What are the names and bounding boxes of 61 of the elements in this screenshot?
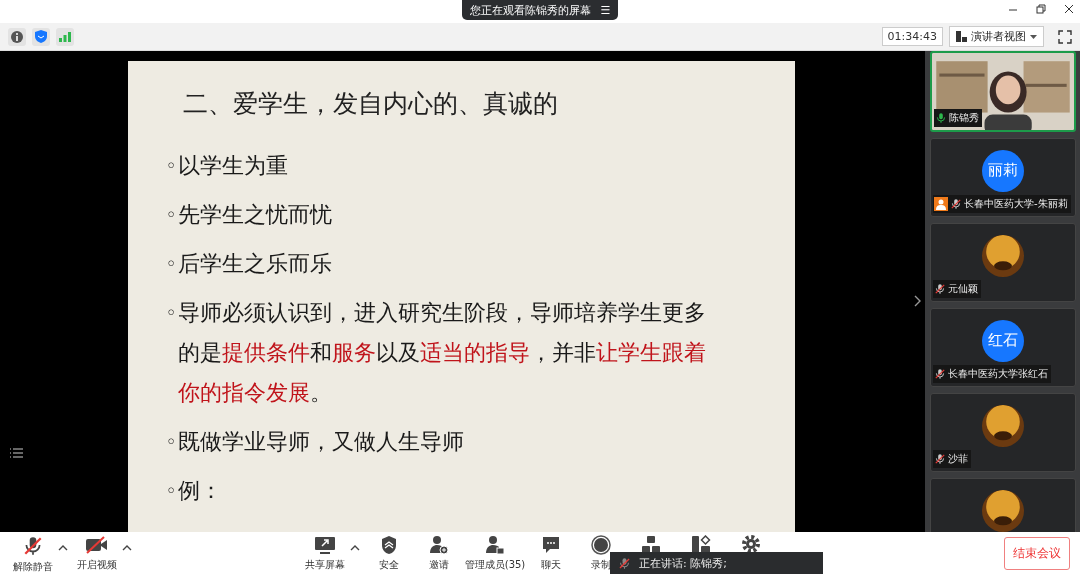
share-screen-icon <box>314 535 336 555</box>
person-lock-icon <box>485 535 505 555</box>
close-icon[interactable] <box>1064 4 1074 14</box>
fullscreen-icon[interactable] <box>1058 29 1072 44</box>
participant-name: 沙菲 <box>948 452 968 466</box>
chat-button[interactable]: 聊天 <box>526 535 576 572</box>
caret-icon <box>1030 34 1037 39</box>
view-dropdown[interactable]: 演讲者视图 <box>949 26 1044 47</box>
bullet-text: 先学生之忧而忧 <box>178 201 333 229</box>
share-screen-button[interactable]: 共享屏幕 <box>300 535 350 572</box>
caret-icon[interactable] <box>122 545 132 551</box>
shield-icon <box>380 535 398 555</box>
restore-icon[interactable] <box>1036 4 1046 14</box>
banner-menu[interactable]: ☰ <box>600 3 611 17</box>
settings-icon <box>742 535 760 553</box>
bullet-text: 例： <box>178 477 223 505</box>
members-button[interactable]: 管理成员(35) <box>464 535 526 572</box>
record-button[interactable]: 录制 <box>576 535 626 572</box>
shield-icon[interactable] <box>32 27 50 46</box>
caret-icon[interactable] <box>58 545 68 551</box>
bullet-text: 既做学业导师，又做人生导师 <box>178 428 465 456</box>
banner-text: 您正在观看陈锦秀的屏幕 <box>469 2 591 18</box>
camera-off-icon <box>85 535 109 555</box>
bullet-mark: ◦ <box>166 479 178 503</box>
participant-name: 长春中医药大学-朱丽莉 <box>964 197 1068 211</box>
bullet-mark: ◦ <box>166 301 178 325</box>
avatar-initials: 丽莉 <box>982 149 1024 192</box>
bullet-text: 后学生之乐而乐 <box>178 250 333 278</box>
muted-mic-icon <box>22 535 44 557</box>
chat-icon <box>541 535 561 555</box>
caret-icon[interactable] <box>350 545 360 551</box>
security-button[interactable]: 安全 <box>364 535 414 572</box>
list-icon[interactable] <box>9 447 23 459</box>
bullet-mark: ◦ <box>166 252 178 276</box>
participant-name: 陈锦秀 <box>949 111 979 125</box>
participant-tile[interactable]: 红石 长春中医药大学张红石 <box>930 308 1076 387</box>
participant-tile[interactable]: 丽莉 长春中医药大学-朱丽莉 <box>930 138 1076 217</box>
bullet-text: 导师必须认识到，进入研究生阶段，导师培养学生更多的是提供条件和服务以及适当的指导，并非让学生跟着你的指令发展。 <box>178 299 707 407</box>
add-person-icon <box>429 535 449 555</box>
avatar-initials: 红石 <box>982 319 1024 362</box>
record-icon <box>591 535 611 555</box>
muted-mic-icon <box>618 556 631 570</box>
speaking-text: 正在讲话: 陈锦秀; <box>639 555 727 571</box>
start-video-button[interactable]: 开启视频 <box>72 535 122 572</box>
participant-name: 长春中医药大学张红石 <box>948 367 1048 381</box>
participant-tile[interactable]: 陈锦秀 <box>930 51 1076 132</box>
bullet-mark: ◦ <box>166 430 178 454</box>
participant-tile[interactable]: 元仙颖 <box>930 223 1076 302</box>
end-meeting-button[interactable]: 结束会议 <box>1004 536 1070 570</box>
participant-name: 元仙颖 <box>948 282 978 296</box>
slide-heading: 二、爱学生，发自内心的、真诚的 <box>183 88 559 120</box>
info-icon[interactable] <box>8 27 26 46</box>
bullet-mark: ◦ <box>166 154 178 178</box>
bullet-mark: ◦ <box>166 203 178 227</box>
participant-tile[interactable]: 沙菲 <box>930 393 1076 472</box>
meeting-timer: 01:34:43 <box>881 27 943 46</box>
layout-icon <box>956 31 967 42</box>
bullet-text: 以学生为重 <box>178 152 289 180</box>
invite-button[interactable]: 邀请 <box>414 535 464 572</box>
unmute-button[interactable]: 解除静音 <box>8 535 58 574</box>
chevron-right-icon[interactable] <box>914 295 921 307</box>
